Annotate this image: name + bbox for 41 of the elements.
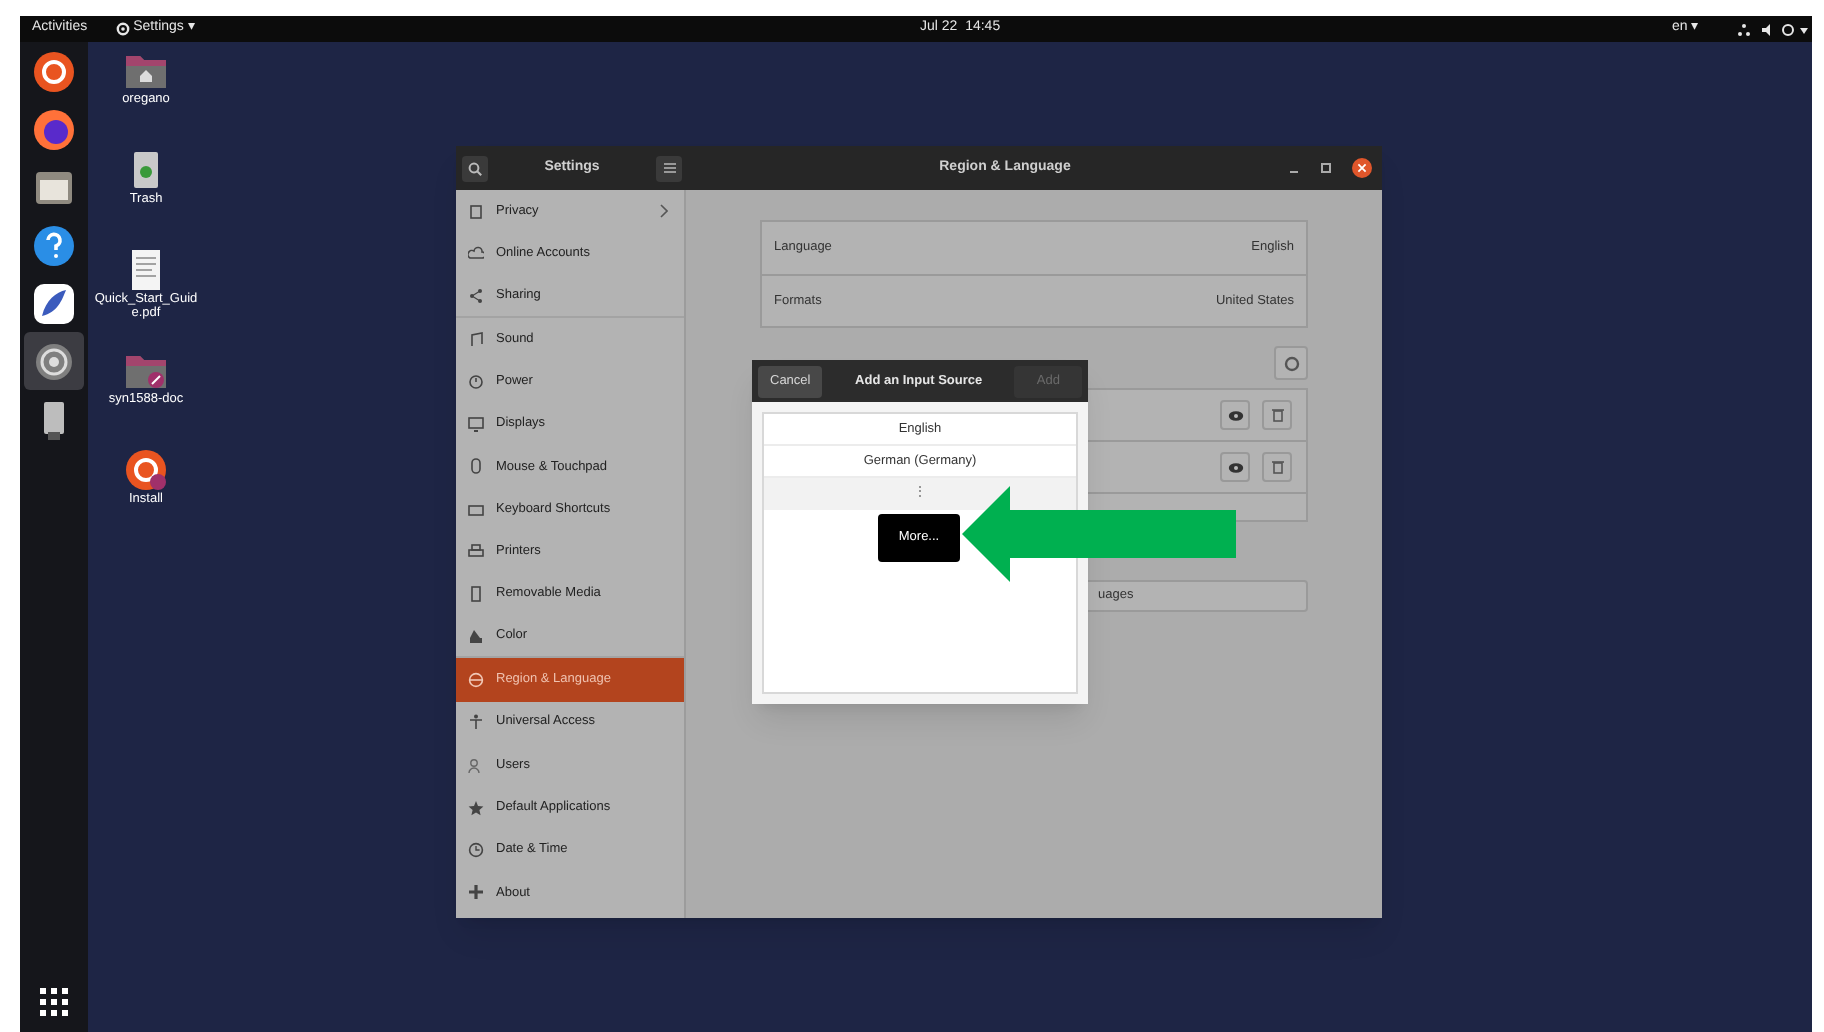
menu-icon <box>663 162 675 174</box>
trash-icon <box>1271 460 1283 474</box>
color-icon <box>468 628 484 645</box>
droplet-app-icon <box>32 281 76 325</box>
options-button[interactable] <box>1274 346 1308 380</box>
privacy-icon <box>468 203 484 220</box>
users-icon <box>468 757 484 773</box>
chevron-right-icon <box>660 204 668 219</box>
keyboard-icon <box>468 501 484 518</box>
ubuntu-logo-icon <box>32 49 76 93</box>
firefox-icon <box>32 107 76 151</box>
help-icon <box>32 223 76 267</box>
app-grid-icon <box>40 988 68 1016</box>
system-status-icon <box>1736 22 1812 38</box>
display-icon <box>468 416 484 433</box>
mouse-icon <box>468 458 484 475</box>
search-button[interactable] <box>462 155 488 181</box>
clock-icon <box>468 842 484 859</box>
star-icon <box>468 799 484 816</box>
search-icon <box>468 161 482 175</box>
globe-icon <box>468 671 484 688</box>
menu-button[interactable] <box>656 155 682 181</box>
power-icon <box>468 373 484 390</box>
remove-button[interactable] <box>1262 452 1292 482</box>
share-icon <box>468 287 484 304</box>
eye-icon <box>1227 409 1243 421</box>
preview-button[interactable] <box>1220 400 1250 430</box>
remove-button[interactable] <box>1262 400 1292 430</box>
preview-button[interactable] <box>1220 452 1250 482</box>
close-icon <box>1352 158 1372 178</box>
maximize-icon <box>1320 162 1332 174</box>
installer-icon <box>124 448 168 492</box>
cloud-icon <box>468 245 484 262</box>
printer-icon <box>468 544 484 561</box>
dock-item[interactable] <box>24 332 84 390</box>
plus-icon <box>468 884 484 901</box>
trash-icon <box>1271 408 1283 422</box>
settings-icon <box>32 339 76 383</box>
removable-media-icon <box>468 586 484 603</box>
accessibility-icon <box>468 714 484 731</box>
eye-icon <box>1227 461 1243 473</box>
